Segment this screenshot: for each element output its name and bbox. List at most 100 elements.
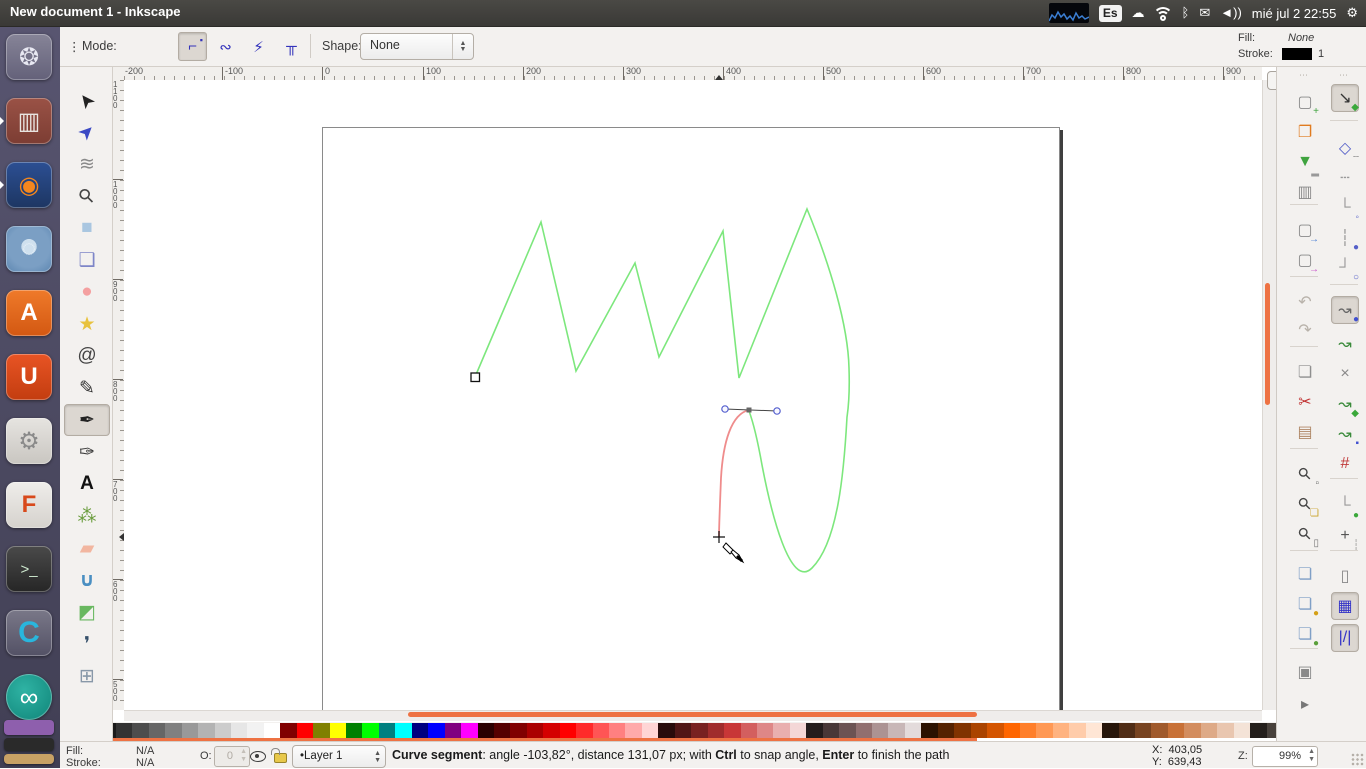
palette-swatch-37[interactable] (691, 723, 707, 738)
save-document-button[interactable]: ▼▂ (1291, 148, 1319, 176)
clock[interactable]: mié jul 2 22:55 (1252, 6, 1337, 21)
palette-swatch-19[interactable] (395, 723, 411, 738)
dash-home-launcher[interactable]: ❂ (6, 34, 52, 80)
chromium-launcher[interactable]: ◌ (6, 226, 52, 272)
palette-swatch-13[interactable] (297, 723, 313, 738)
import-button[interactable]: ▢→ (1291, 216, 1319, 244)
mail-icon[interactable]: ✉ (1199, 0, 1210, 26)
files-launcher[interactable]: ▥ (6, 98, 52, 144)
palette-swatch-31[interactable] (593, 723, 609, 738)
palette-swatch-52[interactable] (938, 723, 954, 738)
snap-bbox-button[interactable]: ◇┄ (1331, 134, 1359, 162)
stacked-app-tablet[interactable] (4, 754, 54, 764)
layer-lock-icon[interactable] (274, 753, 287, 763)
bucket-tool[interactable]: ∪ (64, 564, 110, 596)
palette-swatch-5[interactable] (165, 723, 181, 738)
palette-swatch-57[interactable] (1020, 723, 1036, 738)
palette-swatch-68[interactable] (1201, 723, 1217, 738)
layer-selector-spinner[interactable]: ▲▼ (374, 750, 381, 764)
palette-swatch-47[interactable] (856, 723, 872, 738)
tweak-tool[interactable]: ≋ (64, 148, 110, 180)
palette-swatch-40[interactable] (741, 723, 757, 738)
system-settings-launcher[interactable]: ⚙ (6, 418, 52, 464)
path-start-node[interactable] (471, 373, 480, 382)
control-handle-end[interactable] (774, 408, 780, 414)
palette-swatch-48[interactable] (872, 723, 888, 738)
status-fill-value[interactable]: N/A (136, 745, 154, 757)
dropper-tool[interactable]: ❜ (64, 628, 110, 660)
palette-swatch-32[interactable] (609, 723, 625, 738)
fill-value[interactable]: None (1288, 30, 1314, 46)
zoom-spinbox[interactable]: 99% ▲▼ (1252, 746, 1318, 767)
palette-swatch-34[interactable] (642, 723, 658, 738)
selector-tool[interactable]: ➤ (64, 84, 110, 116)
terminal-launcher[interactable]: >_ (6, 546, 52, 592)
palette-swatch-25[interactable] (494, 723, 510, 738)
palette-swatch-56[interactable] (1004, 723, 1020, 738)
palette-swatch-30[interactable] (576, 723, 592, 738)
palette-swatch-42[interactable] (773, 723, 789, 738)
shape-dropdown[interactable]: None ▲▼ (360, 33, 474, 60)
palette-swatch-62[interactable] (1102, 723, 1118, 738)
pencil-tool[interactable]: ✎ (64, 372, 110, 404)
calligraphy-tool[interactable]: ✑ (64, 436, 110, 468)
opacity-spinner-arrows[interactable]: ▲▼ (240, 748, 247, 764)
undo-button[interactable]: ↶ (1291, 288, 1319, 316)
snap-paths-button[interactable]: ↝ (1331, 330, 1359, 358)
palette-swatch-18[interactable] (379, 723, 395, 738)
palette-swatch-10[interactable] (247, 723, 263, 738)
palette-swatch-11[interactable] (264, 723, 280, 738)
palette-swatch-45[interactable] (823, 723, 839, 738)
snap-bbox-edges-button[interactable]: ┄ (1331, 164, 1359, 192)
layer-visibility-icon[interactable] (250, 751, 266, 762)
stacked-app-inkscape[interactable] (4, 738, 54, 751)
c-app-launcher[interactable]: C (6, 610, 52, 656)
palette-swatch-22[interactable] (445, 723, 461, 738)
zoom-page-button[interactable]: ⚲▯ (1291, 520, 1319, 548)
vertical-scrollbar-thumb[interactable] (1265, 283, 1270, 405)
eraser-tool[interactable]: ▰ (64, 532, 110, 564)
palette-swatch-35[interactable] (658, 723, 674, 738)
palette-swatch-50[interactable] (905, 723, 921, 738)
palette-swatch-3[interactable] (132, 723, 148, 738)
palette-swatch-44[interactable] (806, 723, 822, 738)
ellipse-tool[interactable]: ● (64, 276, 110, 308)
palette-swatch-65[interactable] (1151, 723, 1167, 738)
palette-swatch-6[interactable] (182, 723, 198, 738)
star-tool[interactable]: ★ (64, 308, 110, 340)
palette-swatch-54[interactable] (971, 723, 987, 738)
palette-swatch-23[interactable] (461, 723, 477, 738)
palette-swatch-36[interactable] (675, 723, 691, 738)
firefox-launcher[interactable]: ◉ (6, 162, 52, 208)
palette-swatch-61[interactable] (1086, 723, 1102, 738)
palette-swatch-21[interactable] (428, 723, 444, 738)
palette-swatch-43[interactable] (790, 723, 806, 738)
stacked-app-purple[interactable] (4, 720, 54, 735)
snap-path-intersections-button[interactable]: × (1331, 360, 1359, 388)
palette-swatch-70[interactable] (1234, 723, 1250, 738)
status-stroke-value[interactable]: N/A (136, 757, 154, 769)
redo-button[interactable]: ↷ (1291, 316, 1319, 344)
snap-cusp-nodes-button[interactable]: ↝◆ (1331, 390, 1359, 418)
snap-object-centers-button[interactable]: └● (1331, 492, 1359, 520)
palette-swatch-20[interactable] (412, 723, 428, 738)
palette-swatch-38[interactable] (708, 723, 724, 738)
snap-toggle-button[interactable]: ↘◆ (1331, 84, 1359, 112)
snap-smooth-nodes-button[interactable]: ↝▪ (1331, 420, 1359, 448)
palette-swatch-60[interactable] (1069, 723, 1085, 738)
copy-button[interactable]: ❏ (1291, 358, 1319, 386)
vertical-scrollbar[interactable] (1262, 80, 1277, 710)
ubuntu-one-launcher[interactable]: U (6, 354, 52, 400)
palette-swatch-59[interactable] (1053, 723, 1069, 738)
palette-swatch-55[interactable] (987, 723, 1003, 738)
selection-handles-button[interactable]: ▣ (1291, 658, 1319, 686)
connector-tool[interactable]: ⊞ (64, 660, 110, 692)
export-button[interactable]: ▢→ (1291, 246, 1319, 274)
bluetooth-icon[interactable]: ᛒ (1182, 0, 1190, 26)
window-resize-grip[interactable] (1351, 753, 1364, 766)
gradient-tool[interactable]: ◩ (64, 596, 110, 628)
zoom-selection-button[interactable]: ⚲▫ (1291, 460, 1319, 488)
horizontal-scrollbar-thumb[interactable] (408, 712, 977, 717)
cloud-sync-icon[interactable]: ☁ (1132, 0, 1145, 26)
palette-swatch-27[interactable] (527, 723, 543, 738)
